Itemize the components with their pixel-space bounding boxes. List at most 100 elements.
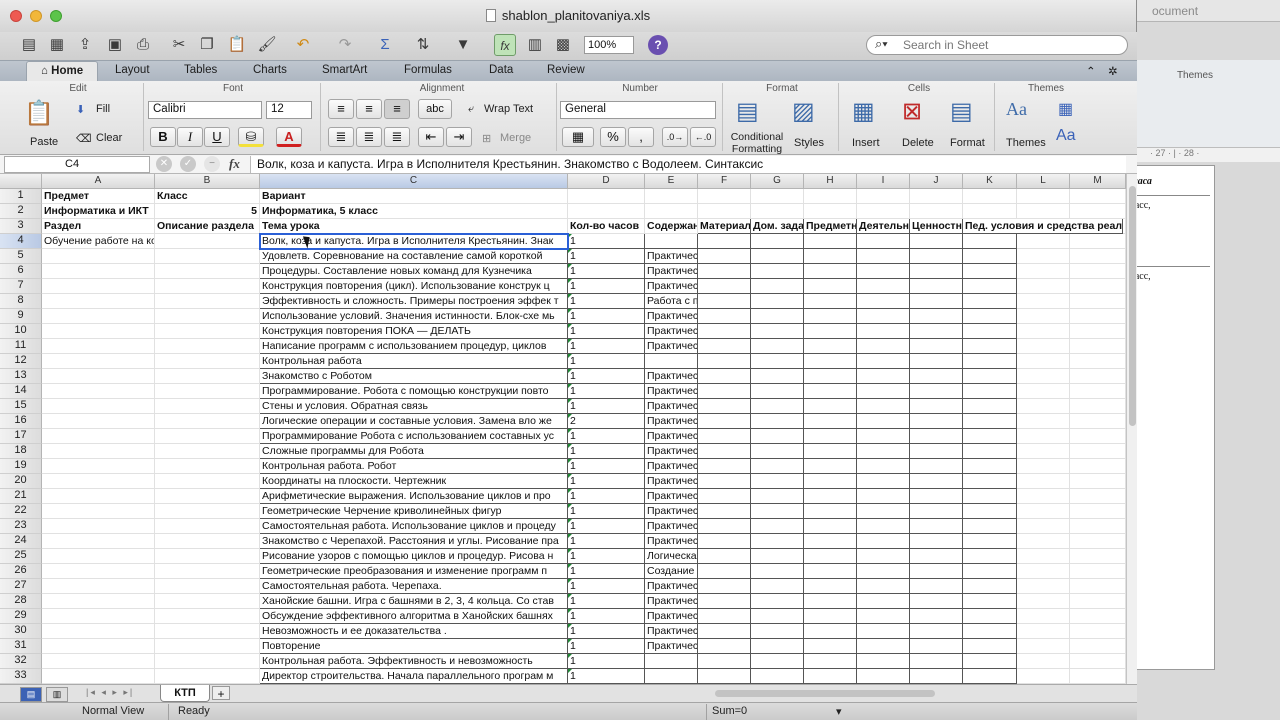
cell-m31[interactable]: [1070, 639, 1126, 654]
cell-g25[interactable]: [751, 549, 804, 564]
delete-button[interactable]: Delete: [902, 137, 934, 149]
cell-h15[interactable]: [804, 399, 857, 414]
cell-b5[interactable]: [155, 249, 260, 264]
cell-d5[interactable]: 1: [568, 249, 645, 264]
cell-b18[interactable]: [155, 444, 260, 459]
align-left-icon[interactable]: ≣: [328, 127, 354, 147]
cell-h5[interactable]: [804, 249, 857, 264]
cell-j13[interactable]: [910, 369, 963, 384]
cell-i16[interactable]: [857, 414, 910, 429]
cell-b7[interactable]: [155, 279, 260, 294]
cell-j29[interactable]: [910, 609, 963, 624]
cell-d20[interactable]: 1: [568, 474, 645, 489]
cell-j18[interactable]: [910, 444, 963, 459]
cell-b6[interactable]: [155, 264, 260, 279]
row-header[interactable]: 5: [0, 249, 42, 264]
cell-d30[interactable]: 1: [568, 624, 645, 639]
cell-c20[interactable]: Координаты на плоскости. Чертежник: [260, 474, 568, 489]
cell-d12[interactable]: 1: [568, 354, 645, 369]
cell-i32[interactable]: [857, 654, 910, 669]
cell-e25[interactable]: Логическая: [645, 549, 698, 564]
row-header[interactable]: 12: [0, 354, 42, 369]
cell-e17[interactable]: Практичес: [645, 429, 698, 444]
cell-l10[interactable]: [1017, 324, 1070, 339]
cell-a16[interactable]: [42, 414, 155, 429]
cell-k17[interactable]: [963, 429, 1017, 444]
cell-f19[interactable]: [698, 459, 751, 474]
decrease-decimal-icon[interactable]: ←.0: [690, 127, 716, 147]
cell-b16[interactable]: [155, 414, 260, 429]
cell-h3[interactable]: Предметн: [804, 219, 857, 234]
row-header[interactable]: 25: [0, 549, 42, 564]
cell-k2[interactable]: [963, 204, 1017, 219]
cell-b19[interactable]: [155, 459, 260, 474]
cell-k31[interactable]: [963, 639, 1017, 654]
insert-cells-icon[interactable]: ▦: [852, 97, 875, 126]
font-size-select[interactable]: 12: [266, 101, 312, 119]
row-header[interactable]: 16: [0, 414, 42, 429]
cell-k19[interactable]: [963, 459, 1017, 474]
cell-d2[interactable]: [568, 204, 645, 219]
wrap-text-button[interactable]: Wrap Text: [484, 103, 533, 115]
row-header[interactable]: 6: [0, 264, 42, 279]
cell-g1[interactable]: [751, 189, 804, 204]
text-orientation-button[interactable]: abc: [418, 99, 452, 119]
sum-dropdown-icon[interactable]: ▾: [836, 705, 842, 718]
cell-d21[interactable]: 1: [568, 489, 645, 504]
cell-k4[interactable]: [963, 234, 1017, 249]
cell-h23[interactable]: [804, 519, 857, 534]
cell-b15[interactable]: [155, 399, 260, 414]
cell-h18[interactable]: [804, 444, 857, 459]
clear-icon[interactable]: ⌫: [76, 132, 92, 145]
cell-j23[interactable]: [910, 519, 963, 534]
cell-j1[interactable]: [910, 189, 963, 204]
cell-g28[interactable]: [751, 594, 804, 609]
cell-a26[interactable]: [42, 564, 155, 579]
cell-f9[interactable]: [698, 309, 751, 324]
cell-j27[interactable]: [910, 579, 963, 594]
cell-f21[interactable]: [698, 489, 751, 504]
formula-builder-icon[interactable]: fx: [494, 34, 516, 56]
cell-l4[interactable]: [1017, 234, 1070, 249]
cell-h22[interactable]: [804, 504, 857, 519]
cell-f10[interactable]: [698, 324, 751, 339]
cell-j12[interactable]: [910, 354, 963, 369]
cell-c5[interactable]: Удовлетв. Соревнование на составление са…: [260, 249, 568, 264]
decrease-indent-icon[interactable]: ⇤: [418, 127, 444, 147]
cell-f15[interactable]: [698, 399, 751, 414]
cell-d22[interactable]: 1: [568, 504, 645, 519]
cell-c23[interactable]: Самостоятельная работа. Использование ци…: [260, 519, 568, 534]
cell-f5[interactable]: [698, 249, 751, 264]
open-icon[interactable]: ⇪: [74, 34, 96, 56]
cell-c14[interactable]: Программирование. Робота с помощью конст…: [260, 384, 568, 399]
paste-button[interactable]: Paste: [30, 136, 58, 148]
cell-a33[interactable]: [42, 669, 155, 684]
cell-i20[interactable]: [857, 474, 910, 489]
cell-m14[interactable]: [1070, 384, 1126, 399]
templates-icon[interactable]: ▦: [46, 34, 68, 56]
show-formula-bar-icon[interactable]: ▥: [524, 34, 546, 56]
cell-e30[interactable]: Практичес: [645, 624, 698, 639]
cell-a11[interactable]: [42, 339, 155, 354]
cell-f8[interactable]: [698, 294, 751, 309]
theme-colors-icon[interactable]: ▦: [1058, 99, 1073, 119]
cell-l25[interactable]: [1017, 549, 1070, 564]
cell-a15[interactable]: [42, 399, 155, 414]
cell-g2[interactable]: [751, 204, 804, 219]
tab-home[interactable]: ⌂ Home: [26, 61, 99, 82]
cell-f18[interactable]: [698, 444, 751, 459]
cell-i19[interactable]: [857, 459, 910, 474]
cell-d17[interactable]: 1: [568, 429, 645, 444]
cell-m23[interactable]: [1070, 519, 1126, 534]
cell-g6[interactable]: [751, 264, 804, 279]
cell-h6[interactable]: [804, 264, 857, 279]
cell-l12[interactable]: [1017, 354, 1070, 369]
increase-indent-icon[interactable]: ⇥: [446, 127, 472, 147]
column-header-h[interactable]: H: [804, 174, 857, 189]
cell-e4[interactable]: [645, 234, 698, 249]
cell-e13[interactable]: Практичес: [645, 369, 698, 384]
row-header[interactable]: 14: [0, 384, 42, 399]
cell-d26[interactable]: 1: [568, 564, 645, 579]
cell-m6[interactable]: [1070, 264, 1126, 279]
cell-b31[interactable]: [155, 639, 260, 654]
